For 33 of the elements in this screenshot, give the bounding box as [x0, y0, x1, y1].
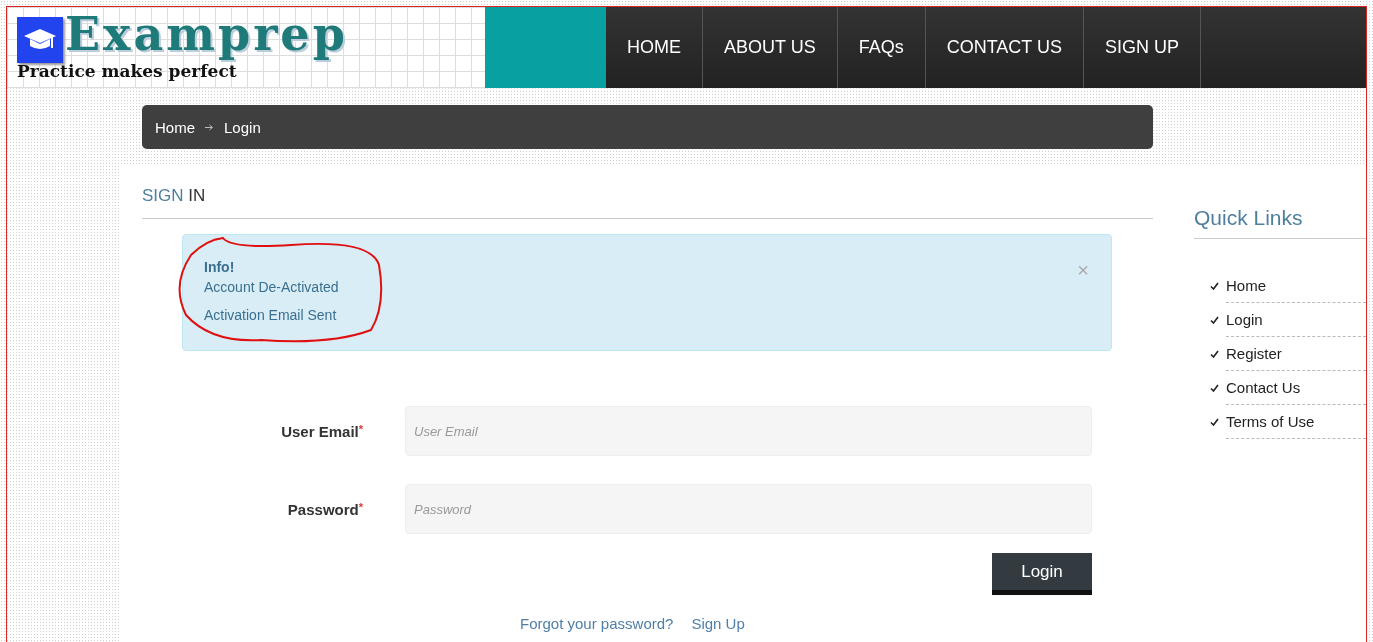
- alert-message: Activation Email Sent: [204, 307, 337, 323]
- graduation-cap-icon: [17, 17, 63, 63]
- quick-link[interactable]: Home: [1226, 269, 1366, 303]
- logo-name: Examprep: [65, 7, 348, 61]
- alert-title: Info!: [204, 259, 235, 275]
- logo-tagline: Practice makes perfect: [17, 61, 237, 81]
- check-icon: [1210, 350, 1219, 358]
- login-button[interactable]: Login: [992, 553, 1092, 595]
- field-label: User Email*: [280, 422, 363, 440]
- input-field[interactable]: User Email: [405, 406, 1092, 456]
- nav-link[interactable]: SIGN UP: [1084, 7, 1202, 88]
- check-icon: [1210, 384, 1219, 392]
- check-icon: [1210, 418, 1219, 426]
- quick-link[interactable]: Register: [1226, 337, 1366, 371]
- sidebar-title: Quick Links: [1194, 206, 1366, 239]
- breadcrumb-item[interactable]: Home: [155, 118, 195, 136]
- quick-link[interactable]: Login: [1226, 303, 1366, 337]
- breadcrumb-item[interactable]: Login: [224, 118, 261, 136]
- arrow-icon: [205, 123, 214, 131]
- nav-link[interactable]: ABOUT US: [703, 7, 838, 88]
- input-field[interactable]: Password: [405, 484, 1092, 534]
- nav-link[interactable]: FAQs: [837, 7, 926, 88]
- check-icon: [1210, 282, 1219, 290]
- quick-link[interactable]: Terms of Use: [1226, 405, 1366, 439]
- link[interactable]: Forgot your password?: [520, 615, 674, 632]
- nav-link[interactable]: HOME: [606, 7, 703, 88]
- field-label: Password*: [286, 500, 363, 518]
- nav-link[interactable]: CONTACT US: [925, 7, 1085, 88]
- link[interactable]: Sign Up: [691, 615, 745, 632]
- check-icon: [1210, 316, 1219, 324]
- quick-link[interactable]: Contact Us: [1226, 371, 1366, 405]
- section-title: SIGN IN: [142, 186, 1153, 219]
- alert-message: Account De-Activated: [204, 279, 339, 295]
